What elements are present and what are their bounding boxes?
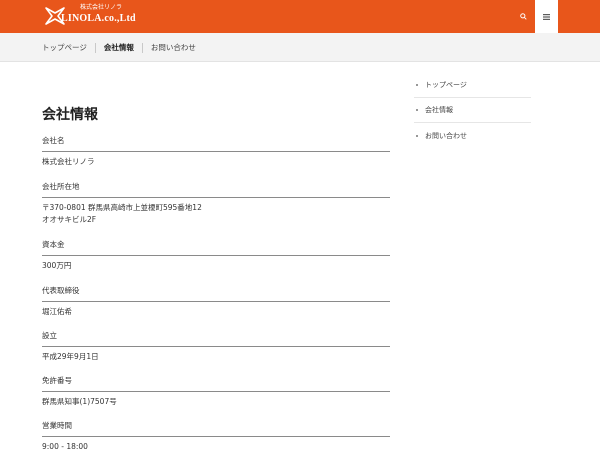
search-icon: [520, 13, 527, 20]
info-value: 群馬県知事(1)7507号: [42, 397, 117, 406]
site-logo[interactable]: 株式会社リノラ LINOLA.co.,Ltd: [44, 3, 139, 29]
breadcrumb-item-company[interactable]: 会社情報: [104, 42, 134, 53]
info-row-business-hours: 営業時間 9:00 - 18:00: [42, 421, 390, 450]
info-label: 設立: [42, 331, 390, 347]
sidebar-item-company[interactable]: 会社情報: [414, 98, 531, 123]
sidebar-item-label: お問い合わせ: [425, 131, 467, 140]
bullet-icon: [416, 134, 418, 137]
logo-wordmark: LINOLA.co.,Ltd: [61, 13, 136, 24]
bullet-icon: [416, 84, 418, 86]
info-row-capital: 資本金 300万円: [42, 240, 390, 272]
info-label: 営業時間: [42, 421, 390, 437]
address-line-1: 〒370-0801 群馬県高崎市上並榎町595番地12: [42, 203, 202, 212]
menu-button[interactable]: [535, 0, 558, 33]
sidebar-item-label: 会社情報: [425, 106, 453, 114]
info-label: 会社名: [42, 136, 390, 152]
page-title: 会社情報: [42, 107, 98, 123]
search-button[interactable]: [512, 0, 535, 33]
breadcrumb-item-top[interactable]: トップページ: [42, 42, 87, 53]
sidebar-item-label: トップページ: [425, 81, 467, 89]
sidebar-item-top[interactable]: トップページ: [414, 73, 531, 98]
breadcrumb-bar: トップページ 会社情報 お問い合わせ: [0, 33, 600, 62]
info-row-ceo: 代表取締役 堀江佑希: [42, 286, 390, 318]
info-row-established: 設立 平成29年9月1日: [42, 331, 390, 363]
info-value: 株式会社リノラ: [42, 157, 95, 166]
breadcrumb-separator: [94, 42, 96, 53]
breadcrumb: トップページ 会社情報 お問い合わせ: [42, 33, 196, 62]
sidebar-nav: トップページ 会社情報 お問い合わせ: [414, 73, 531, 148]
info-row-license: 免許番号 群馬県知事(1)7507号: [42, 376, 390, 408]
sidebar-item-contact[interactable]: お問い合わせ: [414, 123, 531, 148]
breadcrumb-item-contact[interactable]: お問い合わせ: [151, 42, 196, 53]
info-value: 平成29年9月1日: [42, 352, 99, 361]
address-line-2: オオサキビル2F: [42, 215, 97, 224]
site-header: 株式会社リノラ LINOLA.co.,Ltd: [0, 0, 600, 33]
logo-company-name: 株式会社リノラ: [79, 4, 122, 11]
info-row-address: 会社所在地 〒370-0801 群馬県高崎市上並榎町595番地12 オオサキビル…: [42, 182, 390, 226]
breadcrumb-separator: [141, 42, 143, 53]
info-label: 会社所在地: [42, 182, 390, 198]
info-value: 〒370-0801 群馬県高崎市上並榎町595番地12 オオサキビル2F: [42, 202, 390, 226]
info-row-company-name: 会社名 株式会社リノラ: [42, 136, 390, 168]
info-value: 9:00 - 18:00: [42, 442, 88, 450]
info-label: 資本金: [42, 240, 390, 256]
bullet-icon: [416, 109, 418, 111]
info-value: 300万円: [42, 261, 72, 270]
info-label: 免許番号: [42, 376, 390, 392]
info-label: 代表取締役: [42, 286, 390, 302]
hamburger-icon: [543, 13, 550, 20]
info-value: 堀江佑希: [42, 307, 72, 316]
